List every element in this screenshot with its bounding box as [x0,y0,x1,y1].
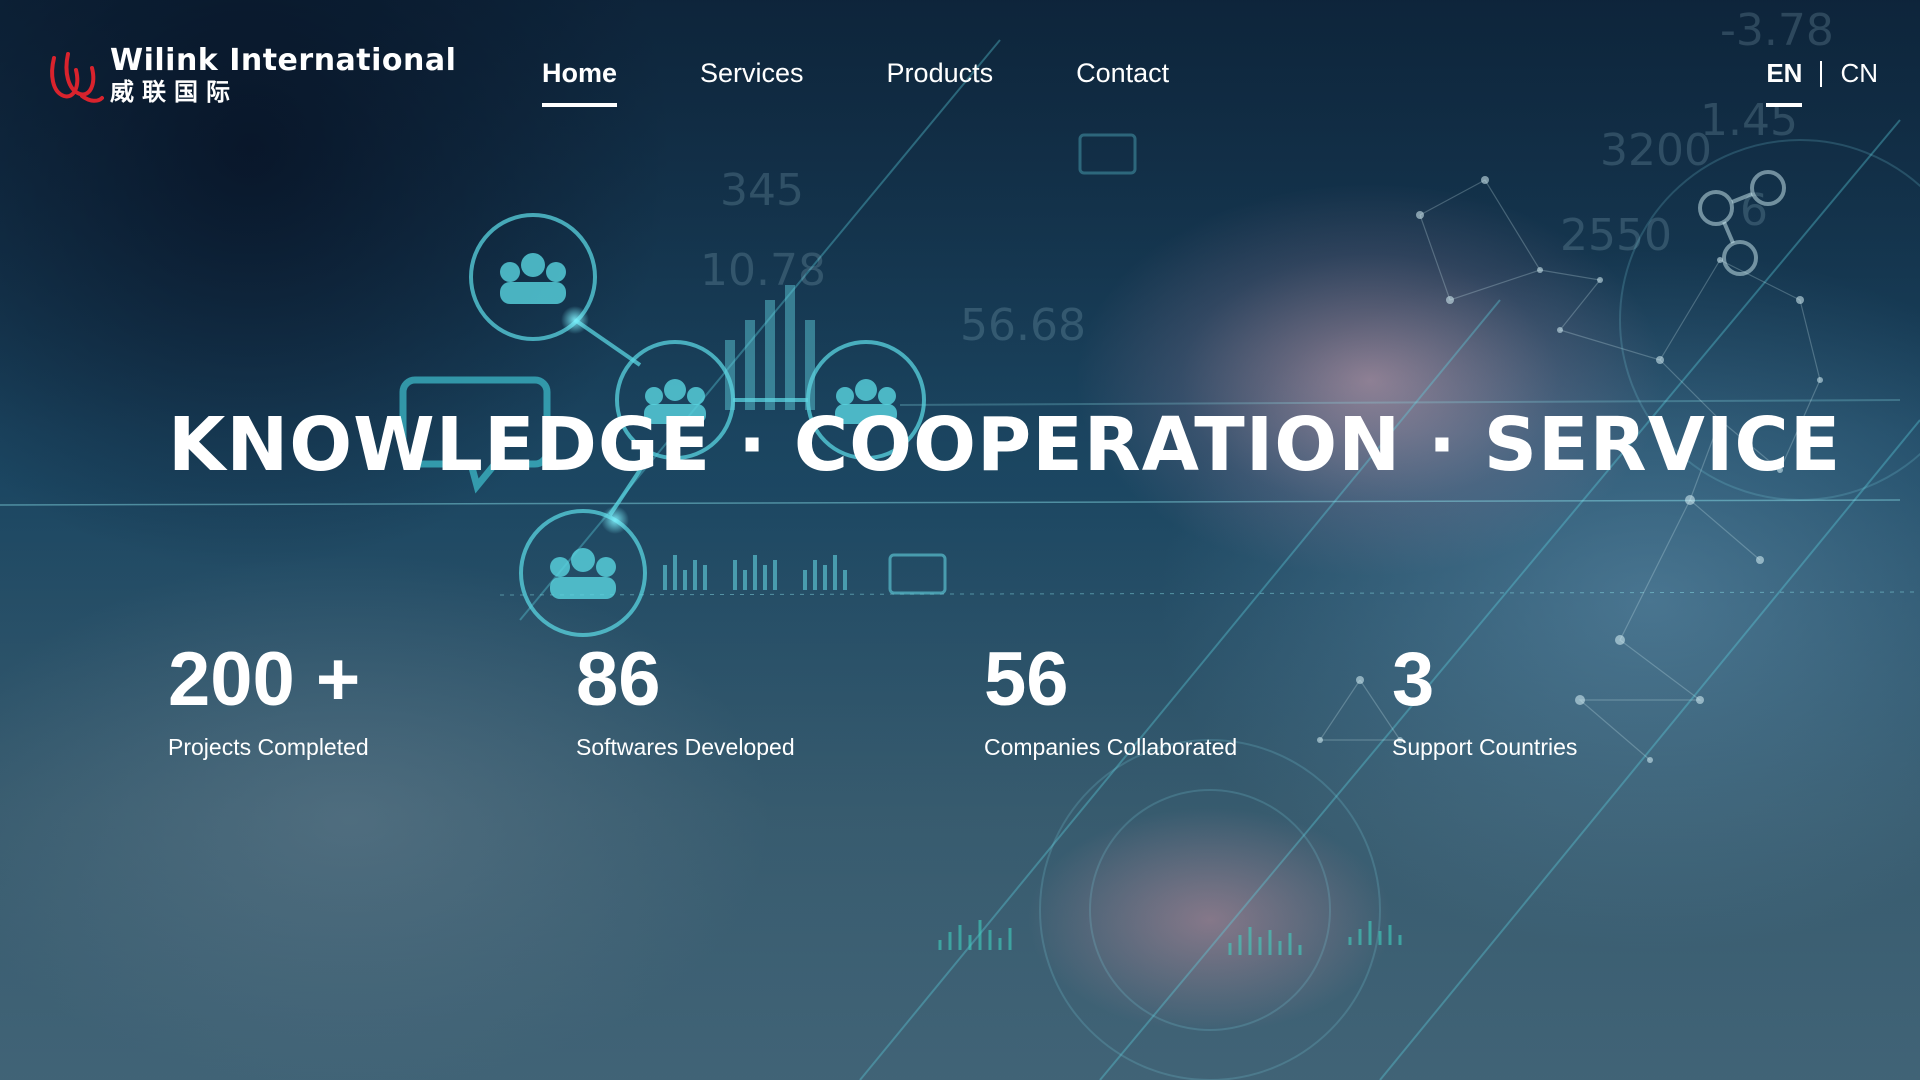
svg-text:10.78: 10.78 [700,245,826,296]
stat-label: Companies Collaborated [984,734,1238,760]
wilink-logo-icon [50,52,104,103]
lang-option-en[interactable]: EN [1766,58,1803,107]
svg-text:56.68: 56.68 [960,300,1086,351]
stat-value: 56 [984,637,1069,722]
brand-name-cn: 威联国际 [110,78,238,106]
stat-companies: 56 Companies Collaborated [984,640,1392,761]
lang-option-cn[interactable]: CN [1840,58,1878,107]
hero-decoration: -3.78 1.45 3200 6 2550 345 10.78 56.68 [0,5,1920,1080]
language-switcher: EN CN [1766,58,1878,107]
stat-softwares: 86 Softwares Developed [576,640,984,761]
brand-name-en: Wilink International [110,43,457,78]
stats-section: 200 + Projects Completed 86 Softwares De… [168,640,1800,761]
stat-label: Support Countries [1392,734,1578,760]
nav-item-services[interactable]: Services [700,58,804,107]
brand-logo[interactable]: Wilink International 威联国际 [46,44,456,106]
stat-label: Softwares Developed [576,734,795,760]
svg-text:2550: 2550 [1560,210,1672,261]
stat-value: 86 [576,637,661,722]
nav-item-home[interactable]: Home [542,58,618,107]
stat-projects: 200 + Projects Completed [168,640,576,761]
nav-item-contact[interactable]: Contact [1076,58,1169,107]
site-header: Wilink International 威联国际 Home Services … [0,0,1920,150]
main-nav: Home Services Products Contact [542,58,1252,107]
stat-value: 3 [1392,637,1435,722]
hero-headline: KNOWLEDGE · COOPERATION · SERVICE [168,402,1842,488]
lang-divider [1820,61,1823,87]
stat-value: 200 + [168,637,361,722]
stat-countries: 3 Support Countries [1392,640,1800,761]
nav-item-products[interactable]: Products [887,58,994,107]
stat-label: Projects Completed [168,734,369,760]
svg-text:345: 345 [720,165,804,216]
